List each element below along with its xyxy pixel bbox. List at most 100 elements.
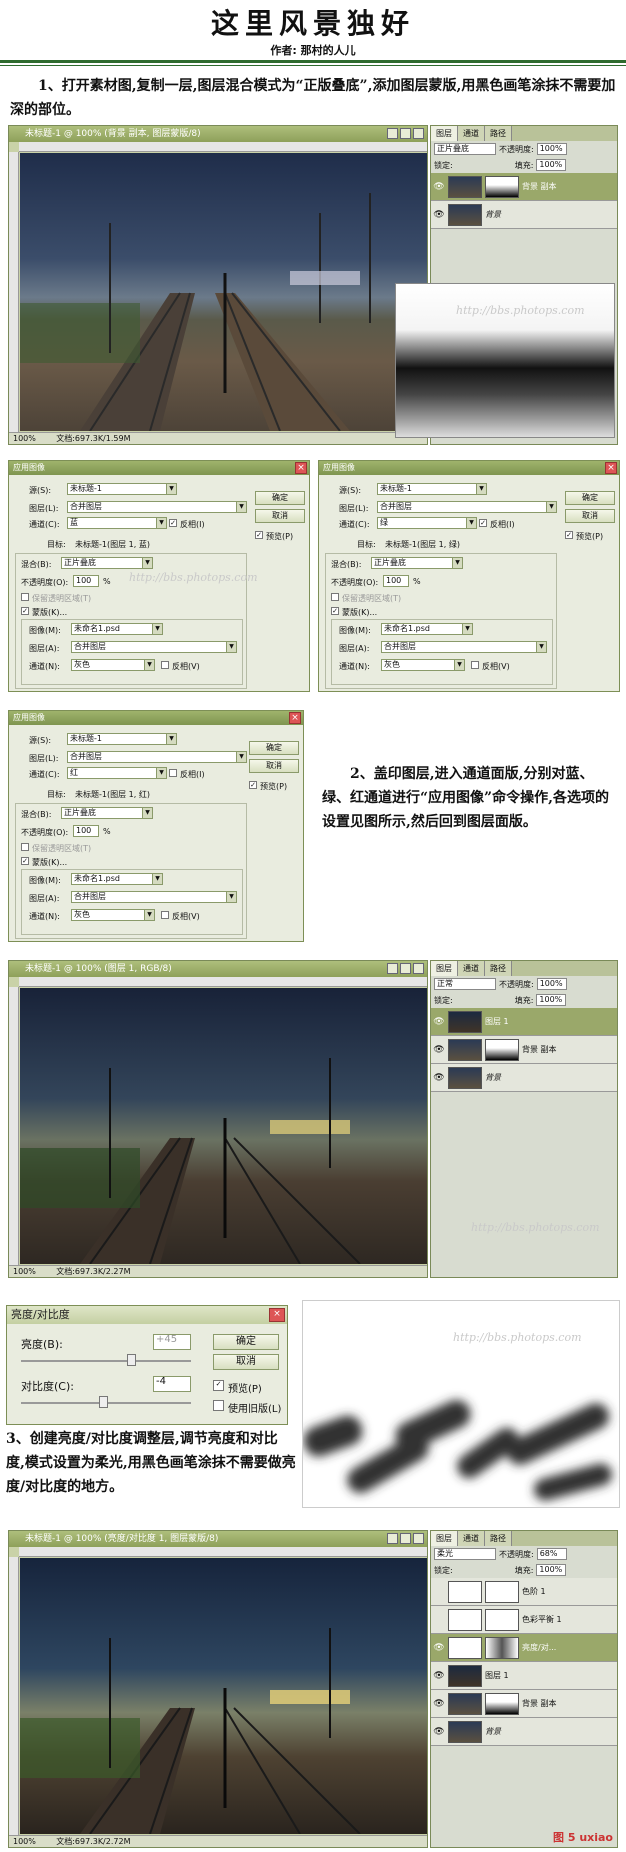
blend-select[interactable]: 正片叠底 ▼ <box>371 557 463 569</box>
mask-layer-select[interactable]: 合并图层 ▼ <box>71 641 237 653</box>
tab-layers[interactable]: 图层 <box>431 961 458 976</box>
opacity-input[interactable]: 100 <box>383 575 409 587</box>
layer-mask-thumb[interactable] <box>485 175 519 198</box>
tab-paths[interactable]: 路径 <box>485 961 512 976</box>
blend-mode-select[interactable]: 正常 <box>434 978 496 990</box>
layer-row[interactable]: 色彩平衡 1 <box>431 1606 617 1634</box>
mask-image-select[interactable]: 未命名1.psd ▼ <box>71 623 163 635</box>
mask-image-select[interactable]: 未命名1.psd ▼ <box>71 873 163 885</box>
eye-icon[interactable]: 👁 <box>433 1671 445 1681</box>
close-icon[interactable] <box>413 1533 424 1544</box>
eye-icon[interactable]: 👁 <box>433 1699 445 1709</box>
apply-image-dialog-blue[interactable]: 应用图像 × 源(S): 未标题-1 ▼ 图层(L): 合并图层 ▼ 通道(C): 蓝… <box>8 460 310 692</box>
apply-image-dialog-green[interactable]: 应用图像 × 源(S): 未标题-1 ▼ 图层(L): 合并图层 ▼ 通道(C): 绿… <box>318 460 620 692</box>
fill-input[interactable]: 100% <box>536 159 567 171</box>
mask-layer-select[interactable]: 合并图层 ▼ <box>381 641 547 653</box>
preserve-checkbox[interactable] <box>331 593 339 601</box>
legacy-checkbox[interactable] <box>213 1400 224 1411</box>
opacity-input[interactable]: 68% <box>536 1548 567 1560</box>
invert-checkbox[interactable]: ✓ <box>169 519 177 527</box>
eye-icon[interactable]: 👁 <box>433 1073 445 1083</box>
mask-checkbox[interactable]: ✓ <box>331 607 339 615</box>
blend-select[interactable]: 正片叠底 ▼ <box>61 557 153 569</box>
tab-paths[interactable]: 路径 <box>485 1531 512 1546</box>
ok-button[interactable]: 确定 <box>213 1334 279 1350</box>
maximize-icon[interactable] <box>400 1533 411 1544</box>
doc-window-3[interactable]: 未标题-1 @ 100% (亮度/对比度 1, 图层蒙版/8) 100% 文档:… <box>8 1530 428 1848</box>
source-select[interactable]: 未标题-1 ▼ <box>67 483 177 495</box>
layer-select[interactable]: 合并图层 ▼ <box>67 501 247 513</box>
cancel-button[interactable]: 取消 <box>565 509 615 523</box>
mask-checkbox[interactable]: ✓ <box>21 607 29 615</box>
brightness-slider[interactable] <box>21 1360 191 1362</box>
layer-select[interactable]: 合并图层 ▼ <box>377 501 557 513</box>
minimize-icon[interactable] <box>387 1533 398 1544</box>
fill-input[interactable]: 100% <box>536 1564 567 1576</box>
opacity-input[interactable]: 100 <box>73 825 99 837</box>
tab-channels[interactable]: 通道 <box>458 1531 485 1546</box>
layer-row[interactable]: 👁 背景 副本 <box>431 173 617 201</box>
doc-window-2[interactable]: 未标题-1 @ 100% (图层 1, RGB/8) 100% 文档:697.3… <box>8 960 428 1278</box>
eye-icon[interactable]: 👁 <box>433 210 445 220</box>
tab-layers[interactable]: 图层 <box>431 1531 458 1546</box>
eye-icon[interactable]: 👁 <box>433 1643 445 1653</box>
mask-invert-checkbox[interactable] <box>161 661 169 669</box>
mask-invert-checkbox[interactable] <box>471 661 479 669</box>
close-icon[interactable]: × <box>289 712 301 724</box>
mask-layer-select[interactable]: 合并图层 ▼ <box>71 891 237 903</box>
source-select[interactable]: 未标题-1 ▼ <box>67 733 177 745</box>
mask-channel-select[interactable]: 灰色 ▼ <box>71 659 155 671</box>
preserve-checkbox[interactable] <box>21 843 29 851</box>
fill-input[interactable]: 100% <box>536 994 567 1006</box>
opacity-input[interactable]: 100% <box>536 143 567 155</box>
mask-invert-checkbox[interactable] <box>161 911 169 919</box>
tab-paths[interactable]: 路径 <box>485 126 512 141</box>
mask-channel-select[interactable]: 灰色 ▼ <box>71 909 155 921</box>
maximize-icon[interactable] <box>400 963 411 974</box>
preserve-checkbox[interactable] <box>21 593 29 601</box>
mask-channel-select[interactable]: 灰色 ▼ <box>381 659 465 671</box>
layers-panel-2[interactable]: 图层 通道 路径 正常 不透明度: 100% 锁定: 填充: 100% 👁 图层 1 👁 背景 … <box>430 960 618 1278</box>
cancel-button[interactable]: 取消 <box>255 509 305 523</box>
tab-layers[interactable]: 图层 <box>431 126 458 141</box>
layer-row[interactable]: 👁 亮度/对... <box>431 1634 617 1662</box>
close-icon[interactable]: × <box>295 462 307 474</box>
ok-button[interactable]: 确定 <box>255 491 305 505</box>
contrast-slider-thumb[interactable] <box>99 1396 108 1408</box>
close-icon[interactable]: × <box>269 1308 285 1322</box>
layer-row[interactable]: 👁 背景 <box>431 1718 617 1746</box>
layers-panel-3[interactable]: 图层 通道 路径 柔光 不透明度: 68% 锁定: 填充: 100% 色阶 1 色彩平衡 1… <box>430 1530 618 1848</box>
doc-window-3-title[interactable]: 未标题-1 @ 100% (亮度/对比度 1, 图层蒙版/8) <box>9 1531 427 1547</box>
layer-select[interactable]: 合并图层 ▼ <box>67 751 247 763</box>
layer-row[interactable]: 👁 背景 <box>431 201 617 229</box>
mask-checkbox[interactable]: ✓ <box>21 857 29 865</box>
tab-channels[interactable]: 通道 <box>458 961 485 976</box>
brightness-input[interactable]: +45 <box>153 1334 191 1350</box>
cancel-button[interactable]: 取消 <box>213 1354 279 1370</box>
ok-button[interactable]: 确定 <box>249 741 299 755</box>
ok-button[interactable]: 确定 <box>565 491 615 505</box>
tab-channels[interactable]: 通道 <box>458 126 485 141</box>
source-select[interactable]: 未标题-1 ▼ <box>377 483 487 495</box>
brightness-slider-thumb[interactable] <box>127 1354 136 1366</box>
preview-checkbox[interactable]: ✓ <box>565 531 573 539</box>
opacity-input[interactable]: 100 <box>73 575 99 587</box>
layer-row[interactable]: 👁 图层 1 <box>431 1008 617 1036</box>
blend-mode-select[interactable]: 柔光 <box>434 1548 496 1560</box>
channel-select[interactable]: 红 ▼ <box>67 767 167 779</box>
blend-mode-select[interactable]: 正片叠底 <box>434 143 496 155</box>
layer-row[interactable]: 👁 背景 副本 <box>431 1690 617 1718</box>
preview-checkbox[interactable]: ✓ <box>255 531 263 539</box>
invert-checkbox[interactable]: ✓ <box>479 519 487 527</box>
preview-checkbox[interactable]: ✓ <box>213 1380 224 1391</box>
blend-select[interactable]: 正片叠底 ▼ <box>61 807 153 819</box>
mask-image-select[interactable]: 未命名1.psd ▼ <box>381 623 473 635</box>
cancel-button[interactable]: 取消 <box>249 759 299 773</box>
layer-row[interactable]: 👁 图层 1 <box>431 1662 617 1690</box>
doc-window-1[interactable]: 未标题-1 @ 100% (背景 副本, 图层蒙版/8) 100% 文档:697… <box>8 125 428 445</box>
layer-row[interactable]: 色阶 1 <box>431 1578 617 1606</box>
layer-row[interactable]: 👁 背景 <box>431 1064 617 1092</box>
maximize-icon[interactable] <box>400 128 411 139</box>
brightness-contrast-dialog[interactable]: 亮度/对比度 × 亮度(B): +45 对比度(C): -4 确定 取消 ✓ 预览(… <box>6 1305 288 1425</box>
minimize-icon[interactable] <box>387 963 398 974</box>
